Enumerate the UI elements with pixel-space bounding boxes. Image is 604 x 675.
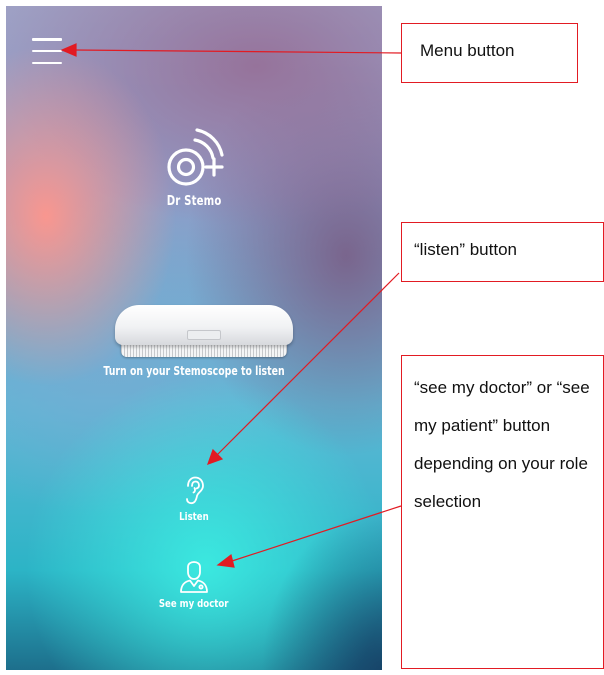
app-screen: Dr Stemo Turn on your Stemoscope to list… <box>6 6 382 670</box>
app-name: Dr Stemo <box>166 194 222 209</box>
menu-button[interactable] <box>32 38 62 64</box>
doctor-person-icon <box>180 561 208 593</box>
turn-on-prompt: Turn on your Stemoscope to listen <box>103 364 285 378</box>
stemo-logo-icon <box>167 128 224 186</box>
app-logo: Dr Stemo <box>6 124 382 209</box>
see-my-doctor-button[interactable]: See my doctor <box>6 561 382 610</box>
listen-button[interactable]: Listen <box>6 476 382 523</box>
ear-icon <box>186 476 204 505</box>
listen-label: Listen <box>179 510 209 523</box>
menu-line <box>32 49 62 53</box>
see-doctor-button-callout: “see my doctor” or “see my patient” butt… <box>401 355 604 669</box>
see-my-doctor-label: See my doctor <box>159 597 229 610</box>
stemoscope-device-image <box>115 305 293 361</box>
menu-line <box>32 38 62 41</box>
menu-line <box>32 61 62 64</box>
listen-button-callout: “listen” button <box>401 222 604 282</box>
menu-button-callout: Menu button <box>401 23 578 83</box>
